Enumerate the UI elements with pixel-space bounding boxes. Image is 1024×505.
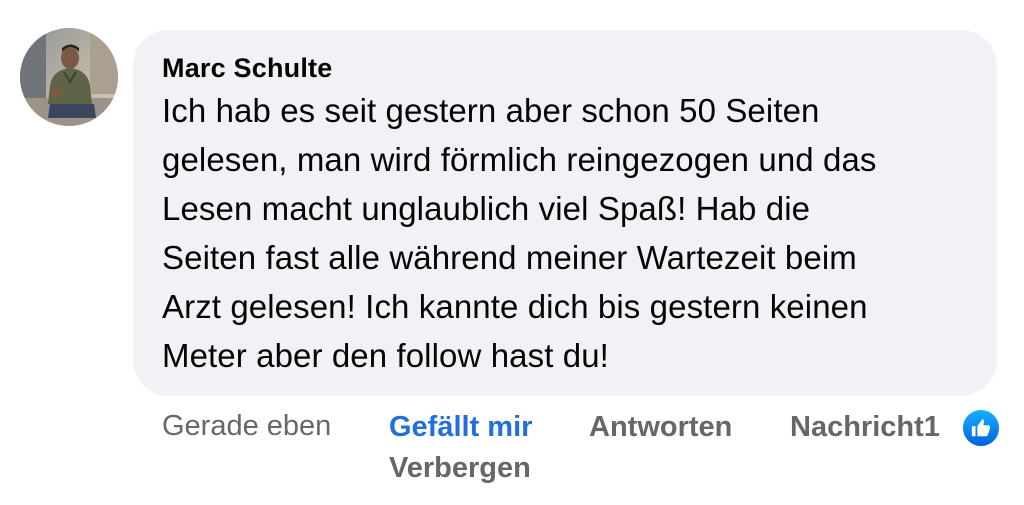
comment-line: Ich hab es seit gestern aber schon 50 Se…: [162, 92, 820, 129]
comment-bubble[interactable]: Marc Schulte Ich hab es seit gestern abe…: [133, 30, 997, 396]
comment-line: Meter aber den follow hast du!: [162, 337, 609, 374]
reaction-count: 1: [923, 411, 940, 443]
message-button[interactable]: Nachricht1: [790, 409, 940, 445]
message-label: Nachricht: [790, 411, 924, 443]
avatar-photo: [20, 28, 118, 126]
comment-text: Ich hab es seit gestern aber schon 50 Se…: [162, 86, 973, 380]
thumbs-up-icon: [961, 408, 1001, 448]
reaction-summary[interactable]: [961, 408, 1001, 448]
like-button[interactable]: Gefällt mir: [389, 409, 532, 445]
comment-view: Marc Schulte Ich hab es seit gestern abe…: [0, 0, 1024, 505]
comment-line: Seiten fast alle während meiner Wartezei…: [162, 239, 857, 276]
hide-button[interactable]: Verbergen: [389, 450, 531, 486]
comment-line: Lesen macht unglaublich viel Spaß! Hab d…: [162, 190, 811, 227]
comment-author[interactable]: Marc Schulte: [162, 50, 973, 86]
comment-line: Arzt gelesen! Ich kannte dich bis gester…: [162, 288, 868, 325]
comment-timestamp: Gerade eben: [162, 410, 332, 442]
comment-line: gelesen, man wird förmlich reingezogen u…: [162, 141, 877, 178]
avatar[interactable]: [20, 28, 118, 126]
reply-button[interactable]: Antworten: [589, 409, 732, 445]
